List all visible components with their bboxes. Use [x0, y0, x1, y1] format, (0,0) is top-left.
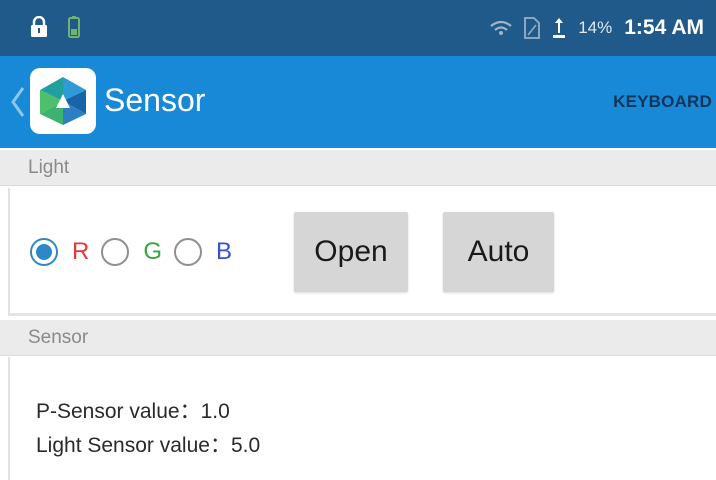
battery-percent: 14% [578, 18, 613, 37]
light-panel: R G B Open Auto [8, 188, 716, 316]
keyboard-button[interactable]: KEYBOARD [613, 92, 712, 112]
sensor-panel: P-Sensor value：1.0 Light Sensor value：5.… [8, 357, 716, 480]
lock-icon [31, 16, 47, 37]
auto-button[interactable]: Auto [443, 212, 554, 292]
p-sensor-row: P-Sensor value：1.0 [36, 395, 230, 425]
light-sensor-label: Light Sensor value： [36, 434, 231, 457]
app-logo[interactable] [30, 68, 96, 134]
sim-icon [524, 17, 541, 39]
p-sensor-label: P-Sensor value： [36, 400, 201, 423]
status-icons: 14% 1:54 AM [490, 0, 704, 56]
section-header-light: Light [0, 150, 716, 186]
battery-small-icon [68, 16, 80, 38]
clock: 1:54 AM [624, 16, 704, 39]
usb-icon [553, 18, 566, 38]
section-header-sensor: Sensor [0, 320, 716, 356]
section-title-light: Light [28, 157, 70, 178]
radio-r[interactable] [30, 238, 58, 266]
section-title-sensor: Sensor [28, 327, 89, 348]
radio-g[interactable] [101, 238, 130, 266]
open-button[interactable]: Open [294, 212, 408, 292]
light-sensor-row: Light Sensor value：5.0 [36, 429, 260, 459]
radio-label-b[interactable]: B [216, 238, 232, 266]
light-sensor-value: 5.0 [230, 434, 261, 457]
radio-label-r[interactable]: R [72, 238, 89, 266]
color-radio-group: R G B [30, 234, 244, 270]
status-bar: 14% 1:54 AM [0, 0, 716, 56]
page-title: Sensor [104, 82, 206, 118]
wifi-icon [490, 21, 512, 35]
chevron-left-icon[interactable] [10, 86, 26, 118]
app-bar: Sensor KEYBOARD [0, 56, 716, 148]
p-sensor-value: 1.0 [200, 400, 230, 423]
radio-b[interactable] [174, 238, 203, 266]
app-logo-icon [40, 77, 86, 125]
radio-label-g[interactable]: G [143, 238, 162, 266]
